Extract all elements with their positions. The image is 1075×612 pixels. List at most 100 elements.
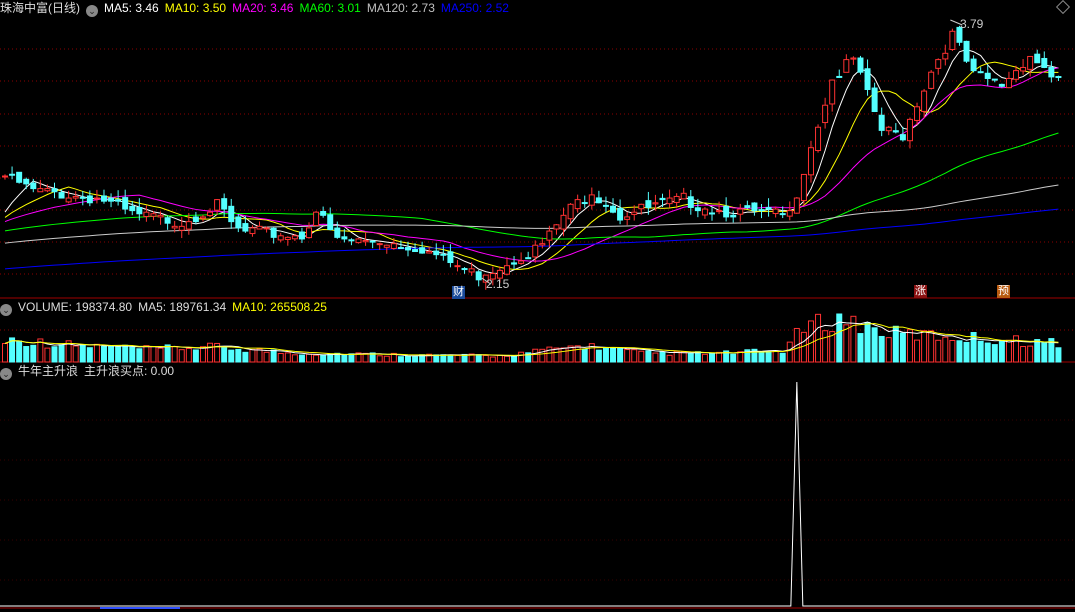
volume-bar <box>341 355 348 363</box>
candle-body <box>270 227 277 238</box>
volume-bar <box>914 339 921 363</box>
candle-body <box>645 200 652 208</box>
volume-bar <box>178 349 185 363</box>
marker-cai[interactable]: 财 <box>452 286 465 299</box>
candle-body <box>984 72 991 79</box>
candle-body <box>610 205 617 213</box>
candle-body <box>412 249 419 253</box>
ma5-line <box>4 49 1059 275</box>
volume-bar <box>963 341 970 363</box>
volume-bar <box>150 346 157 363</box>
volume-bar <box>100 345 107 363</box>
candle-body <box>624 216 631 220</box>
volume-bar <box>617 347 624 363</box>
candle-body <box>221 198 228 210</box>
volume-bar <box>482 354 489 363</box>
volume-bar <box>977 340 984 363</box>
volume-bar <box>348 353 355 363</box>
volume-bar <box>878 335 885 363</box>
candle-body <box>779 213 786 216</box>
volume-bar <box>652 352 659 363</box>
candle-body <box>150 213 157 217</box>
volume-bar <box>383 355 390 363</box>
volume-bar <box>93 343 100 363</box>
volume-bar <box>645 350 652 363</box>
candle-body <box>454 265 461 268</box>
volume-bar <box>610 347 617 363</box>
volume-bar <box>16 340 23 363</box>
candle-body <box>963 40 970 62</box>
candle-body <box>164 217 171 224</box>
candle-body <box>666 197 673 205</box>
volume-bar <box>108 345 115 363</box>
candle-body <box>298 231 305 240</box>
ma250-line <box>4 208 1059 270</box>
candle-body <box>892 130 899 133</box>
candle-body <box>207 211 214 217</box>
volume-bar <box>991 344 998 363</box>
volume-bar <box>518 351 525 363</box>
ma20-line <box>4 67 1059 262</box>
candle-body <box>899 134 906 141</box>
volume-bar <box>79 344 86 363</box>
volume-bar <box>921 330 928 363</box>
volume-bar <box>546 346 553 363</box>
volume-bar <box>701 353 708 363</box>
volume-bar <box>1027 345 1034 363</box>
volume-bar <box>659 351 666 363</box>
marker-zhang[interactable]: 涨 <box>914 285 927 298</box>
candle-body <box>44 188 51 192</box>
volume-bar <box>956 340 963 363</box>
candle-body <box>2 175 8 178</box>
volume-bar <box>567 345 574 363</box>
volume-bar <box>553 347 560 363</box>
ma60-line <box>4 132 1059 240</box>
volume-bar <box>687 352 694 363</box>
volume-bar <box>758 351 765 363</box>
volume-bar <box>242 351 249 363</box>
volume-bar <box>680 351 687 363</box>
candle-body <box>65 197 72 203</box>
volume-bar <box>822 330 829 363</box>
candle-body <box>93 197 100 200</box>
candle-body <box>617 207 624 221</box>
candle-body <box>843 59 850 73</box>
candle-body <box>970 58 977 72</box>
volume-bar <box>815 313 822 363</box>
candle-body <box>447 251 454 264</box>
candle-body <box>546 230 553 241</box>
candle-body <box>16 171 23 183</box>
candle-body <box>37 188 44 193</box>
candle-body <box>419 247 426 254</box>
volume-bar <box>23 346 30 363</box>
candle-body <box>122 197 129 210</box>
ma10-line <box>4 61 1059 270</box>
stock-chart[interactable] <box>0 0 1075 612</box>
candle-body <box>426 251 433 254</box>
volume-bar <box>397 356 404 363</box>
candle-body <box>871 87 878 113</box>
candle-body <box>171 225 178 229</box>
volume-bar <box>404 355 411 363</box>
candle-body <box>751 202 758 212</box>
candle-body <box>935 59 942 69</box>
volume-bar <box>44 347 51 363</box>
candle-body <box>588 194 595 206</box>
candle-body <box>185 221 192 230</box>
volume-bar <box>560 347 567 363</box>
marker-yu[interactable]: 预 <box>997 285 1010 298</box>
volume-bar <box>235 348 242 363</box>
candle-body <box>1034 53 1041 64</box>
candle-body <box>23 178 30 185</box>
volume-bar <box>1034 339 1041 363</box>
volume-bar <box>624 349 631 363</box>
candle-body <box>638 203 645 210</box>
candle-body <box>376 243 383 246</box>
volume-bar <box>192 349 199 363</box>
volume-bar <box>313 354 320 363</box>
volume-bar <box>199 346 206 363</box>
volume-bar <box>631 349 638 363</box>
candle-body <box>807 147 814 176</box>
candle-body <box>822 104 829 124</box>
volume-bar <box>157 347 164 363</box>
